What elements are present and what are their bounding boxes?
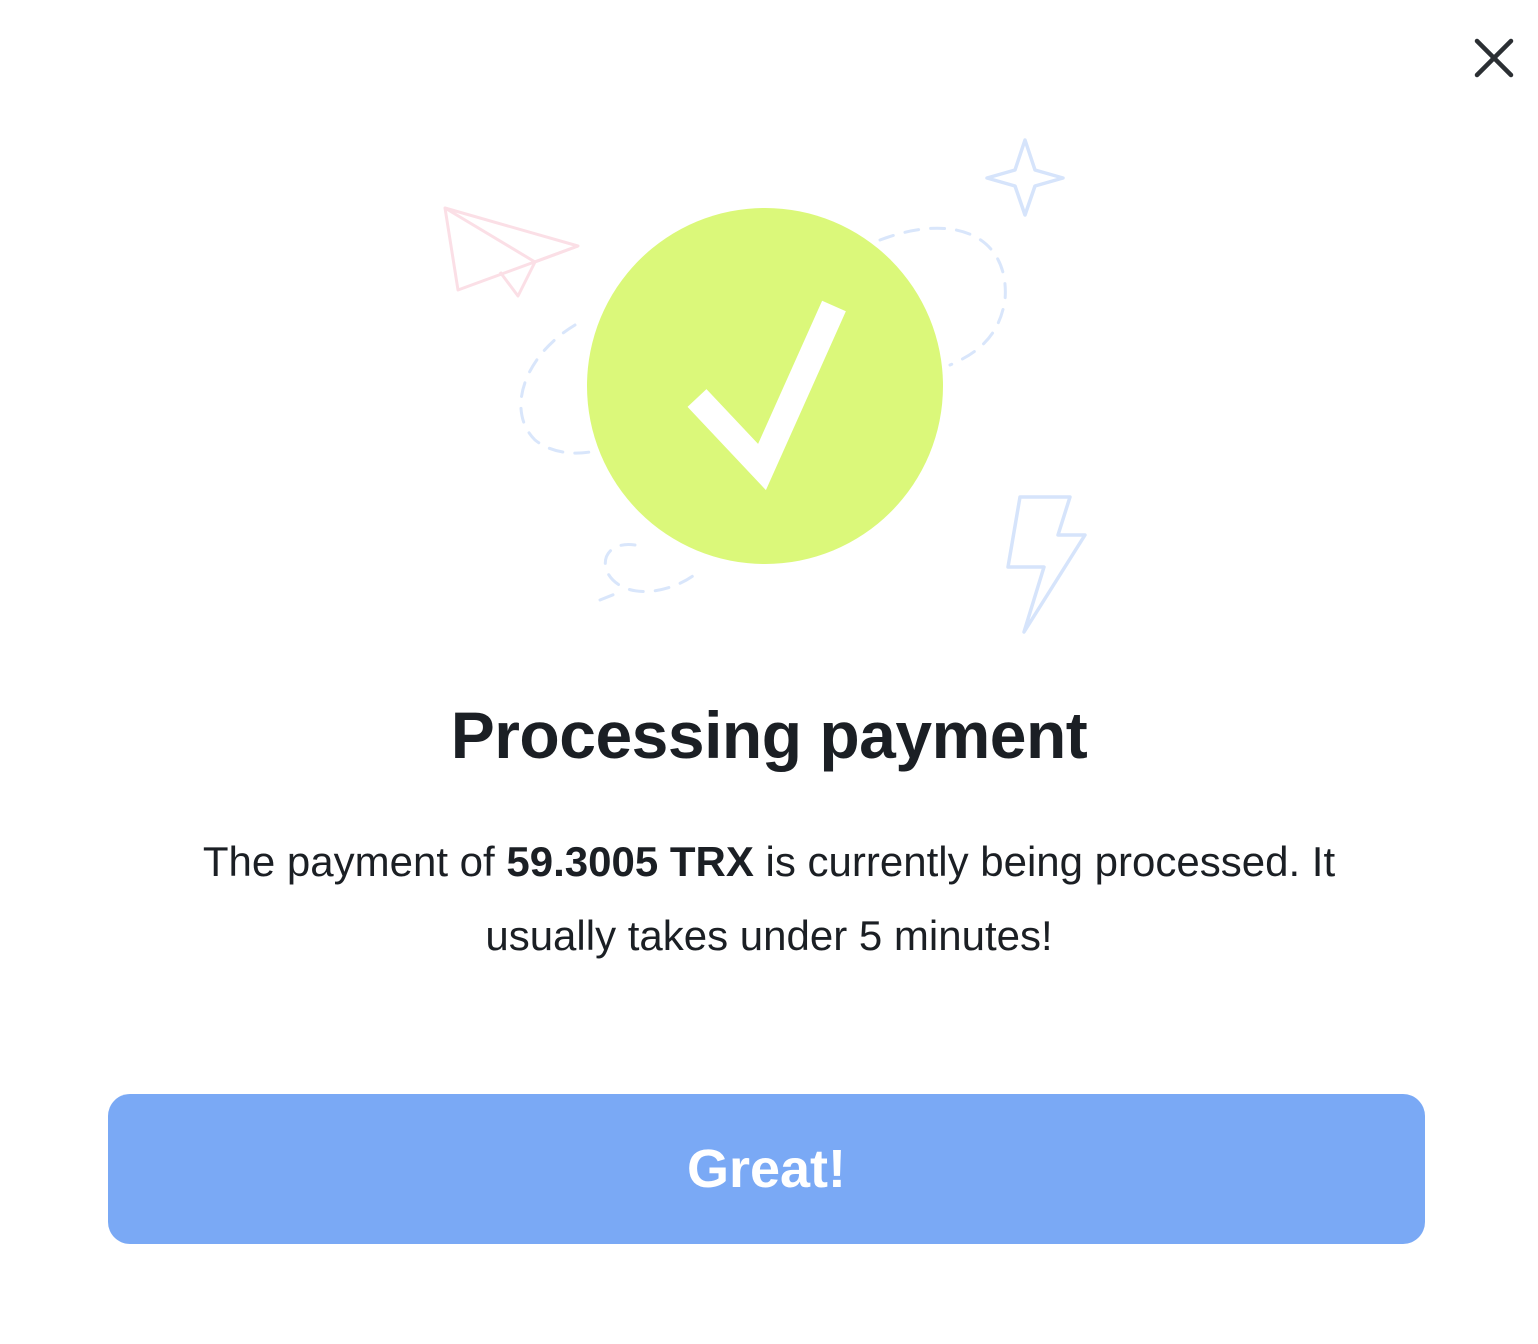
payment-amount: 59.3005 TRX bbox=[506, 838, 754, 885]
dialog-title: Processing payment bbox=[450, 698, 1088, 772]
dialog-message: The payment of 59.3005 TRX is currently … bbox=[140, 825, 1398, 973]
confirm-button[interactable]: Great! bbox=[108, 1094, 1425, 1244]
paper-plane-icon bbox=[443, 206, 580, 298]
sparkle-star-icon bbox=[985, 138, 1065, 217]
payment-processing-dialog: Processing payment The payment of 59.300… bbox=[0, 0, 1538, 1344]
lightning-bolt-icon bbox=[1006, 495, 1087, 634]
success-illustration bbox=[443, 138, 1087, 634]
confirm-button-label: Great! bbox=[686, 1139, 847, 1199]
success-circle bbox=[587, 208, 943, 564]
message-prefix: The payment of bbox=[202, 838, 507, 885]
